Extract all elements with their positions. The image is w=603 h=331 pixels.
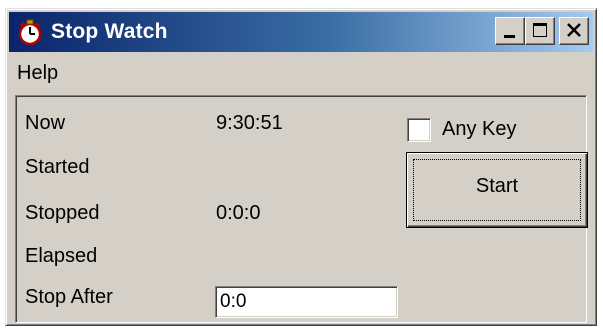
menu-help[interactable]: Help	[9, 62, 66, 85]
title-bar[interactable]: Stop Watch	[9, 12, 593, 52]
stop-after-input[interactable]	[215, 286, 398, 318]
start-button[interactable]: Start	[406, 152, 588, 228]
maximize-button[interactable]	[525, 17, 555, 45]
window-title: Stop Watch	[51, 20, 168, 43]
maximize-icon	[533, 23, 547, 37]
stopwatch-panel: Now 9:30:51 Started Stopped 0:0:0 Elapse…	[15, 95, 588, 323]
caption-buttons	[495, 17, 589, 45]
close-icon	[567, 23, 581, 37]
minimize-button[interactable]	[495, 17, 525, 45]
close-button[interactable]	[559, 17, 589, 45]
stopped-label: Stopped	[25, 202, 100, 224]
any-key-label[interactable]: Any Key	[442, 118, 516, 141]
stopped-value: 0:0:0	[216, 202, 261, 224]
stopwatch-icon	[15, 17, 45, 47]
menu-bar: Help	[9, 56, 593, 90]
elapsed-label: Elapsed	[25, 245, 98, 267]
started-label: Started	[25, 156, 90, 178]
now-value: 9:30:51	[216, 112, 283, 134]
any-key-checkbox[interactable]	[407, 118, 431, 142]
start-button-label: Start	[475, 174, 519, 197]
stop-after-label: Stop After	[25, 286, 113, 308]
now-label: Now	[25, 112, 66, 134]
stopwatch-window: Stop Watch Help Now 9:30:51 Started Stop…	[5, 8, 597, 326]
minimize-icon	[504, 35, 515, 38]
